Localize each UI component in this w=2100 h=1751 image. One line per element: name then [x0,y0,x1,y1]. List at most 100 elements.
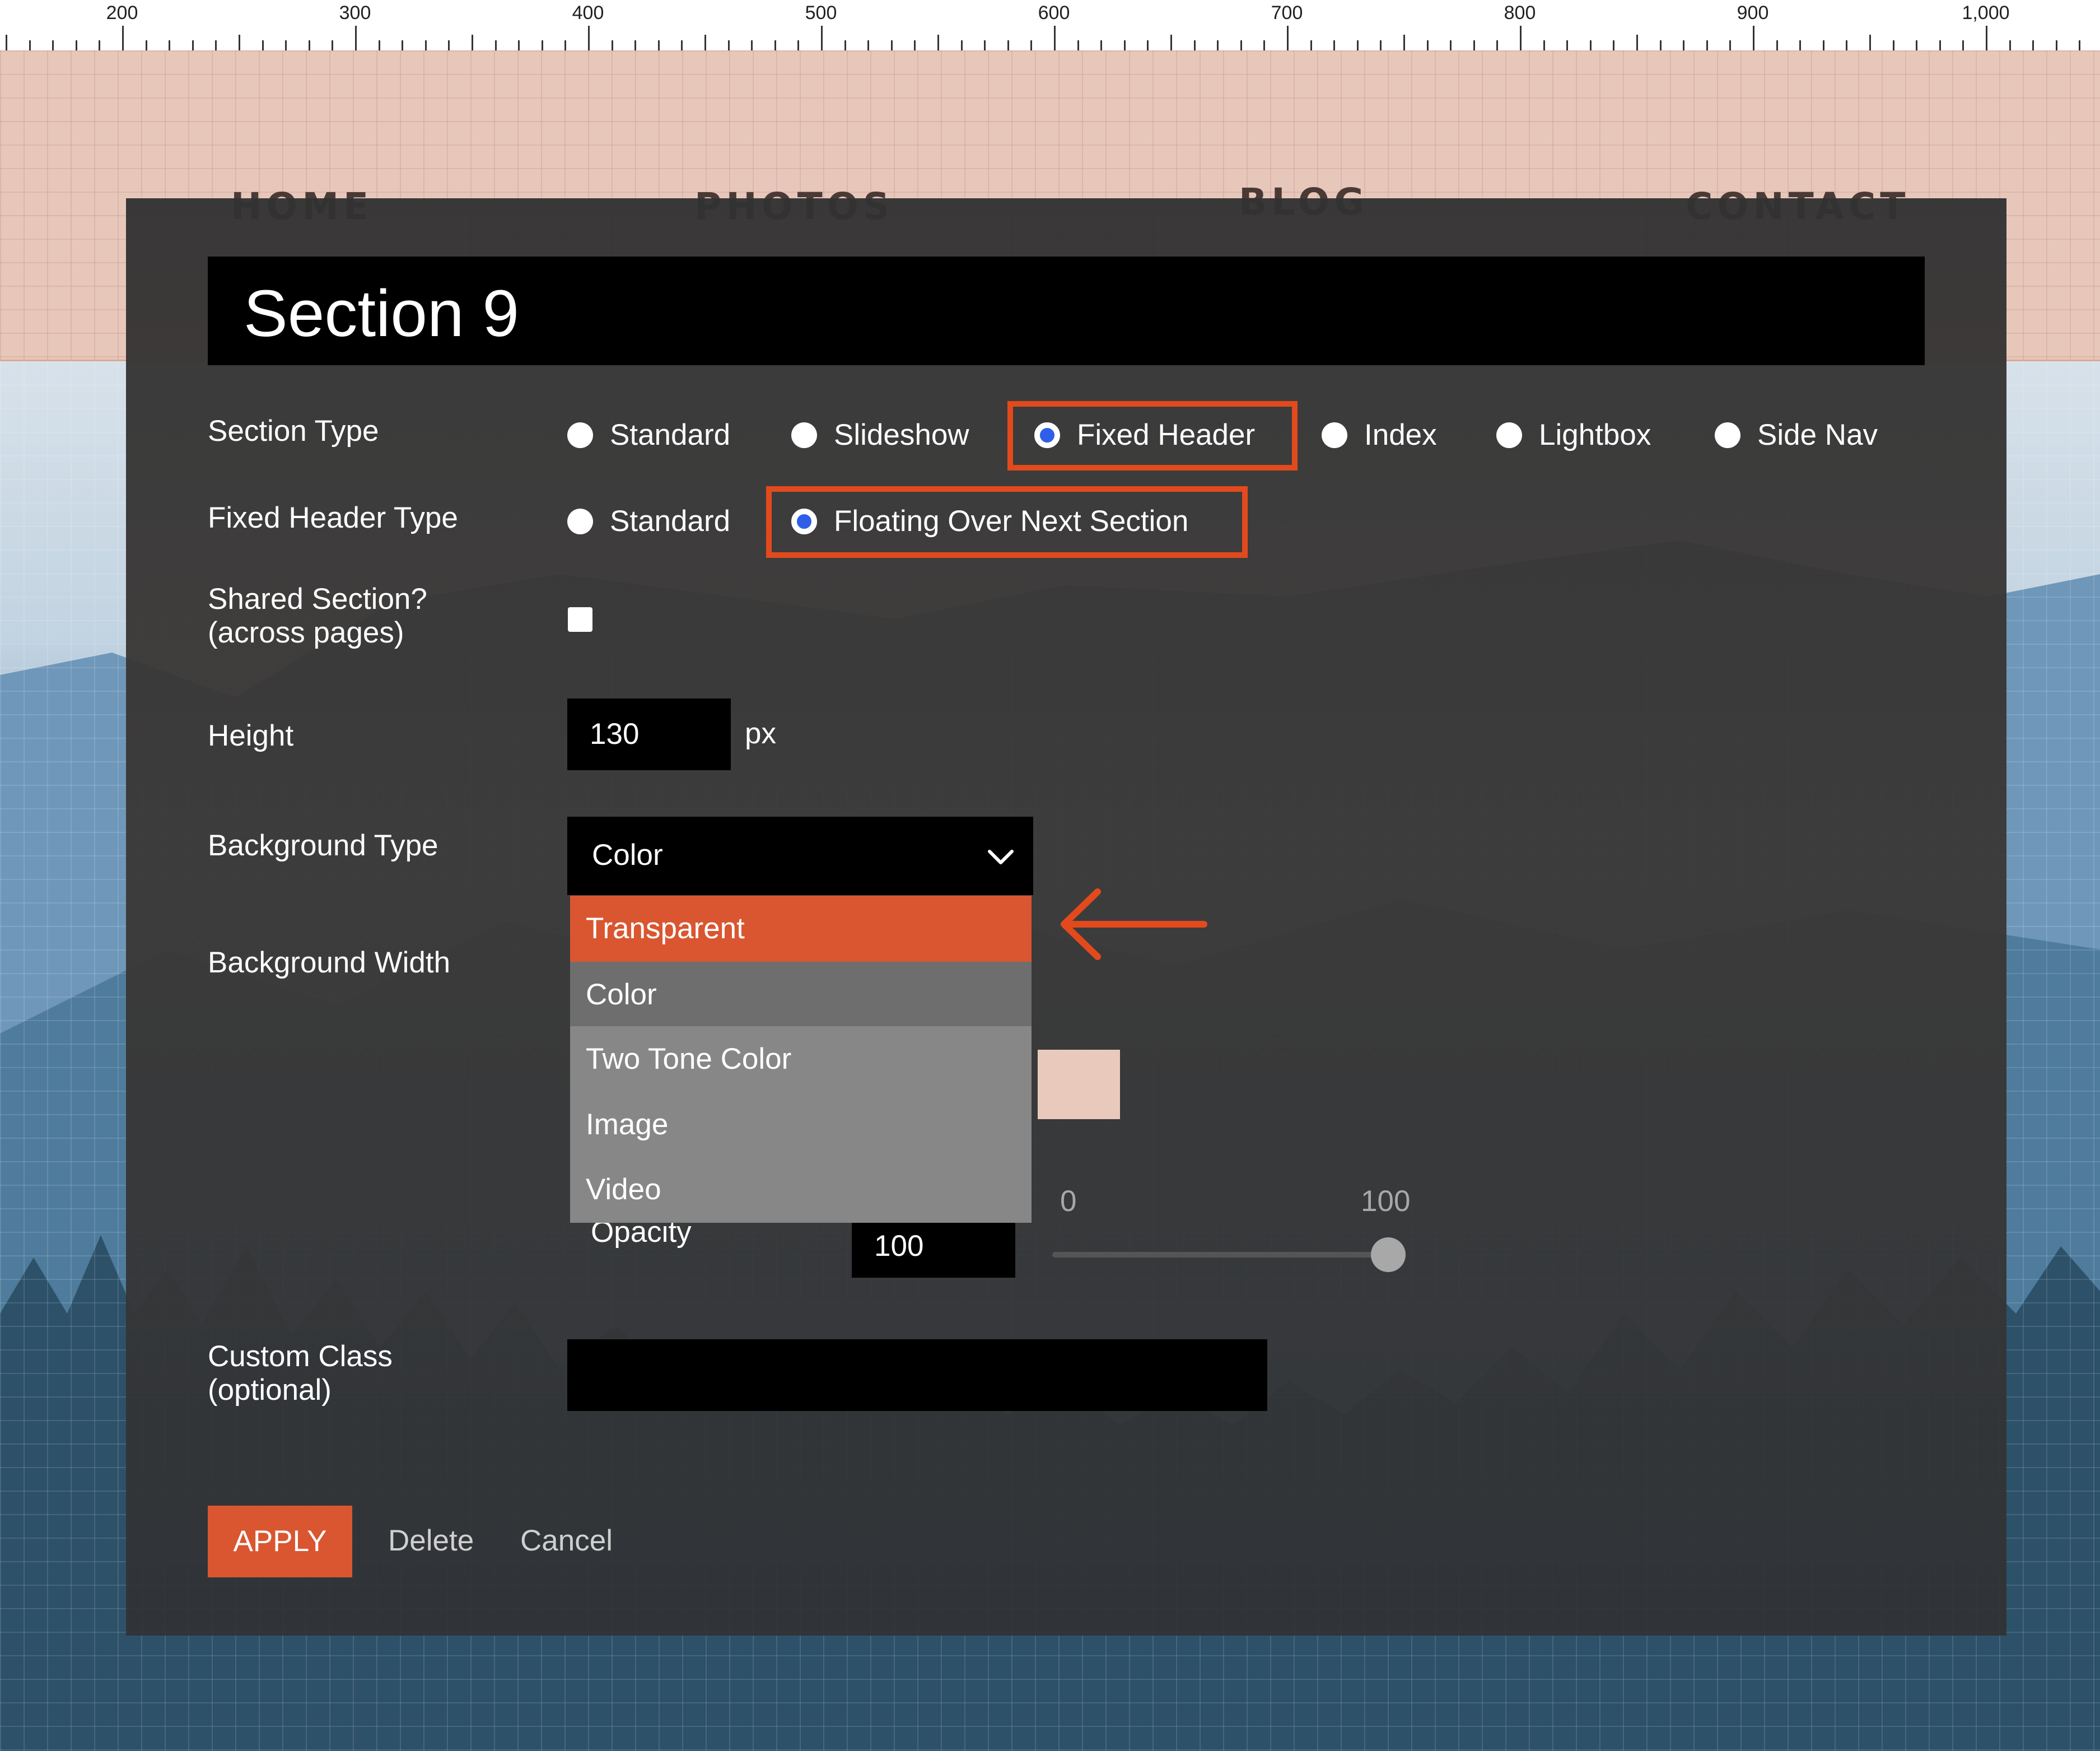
ruler-tick [704,35,706,50]
ruler-tick [472,35,473,50]
ruler-tick [1077,40,1079,50]
radio-label: Lightbox [1539,418,1651,451]
custom-class-sublabel: (optional) [208,1373,332,1407]
ruler-tick [75,40,77,50]
height-label: Height [208,719,294,752]
ruler-tick [1613,40,1615,50]
fixed-header-standard-radio[interactable]: Standard [567,504,730,538]
ruler-tick [1333,40,1336,50]
ruler-label: 700 [1271,2,1303,24]
cancel-button[interactable]: Cancel [520,1524,613,1558]
opacity-slider-min: 0 [1060,1185,1077,1218]
background-type-label: Background Type [208,829,438,862]
ruler-label: 800 [1504,2,1536,24]
shared-section-label: Shared Section? [208,583,427,616]
ruler-tick [1123,40,1126,50]
dropdown-option-image[interactable]: Image [570,1092,1032,1158]
dialog-title: Section 9 [244,277,519,351]
radio-label: Side Nav [1757,418,1878,451]
fixed-header-type-label: Fixed Header Type [208,501,458,534]
ruler-tick [1566,40,1569,50]
ruler-tick [378,40,380,50]
ruler-tick [1986,26,1987,50]
ruler-tick [890,40,893,50]
section-type-side-nav-radio[interactable]: Side Nav [1715,418,1878,452]
custom-class-label: Custom Class [208,1340,393,1373]
ruler-tick [2009,40,2011,50]
horizontal-ruler: 200 300 400 500 600 700 800 900 1,000 [0,0,2100,53]
ruler-tick [821,26,823,50]
arrow-left-icon [1061,888,1207,960]
section-type-slideshow-radio[interactable]: Slideshow [791,418,969,452]
background-width-label: Background Width [208,946,451,979]
ruler-tick [52,40,54,50]
radio-label: Standard [610,418,731,451]
ruler-tick [1356,40,1359,50]
dropdown-option-color[interactable]: Color [570,962,1032,1028]
ruler-tick [1380,40,1382,50]
ruler-tick [192,40,194,50]
ruler-tick [122,26,124,50]
ruler-tick [448,40,450,50]
ruler-tick [1054,26,1056,50]
radio-icon [1715,422,1740,448]
ruler-tick [1543,40,1545,50]
ruler-tick [1659,40,1662,50]
ruler-tick [1520,26,1522,50]
radio-icon [1496,422,1522,448]
ruler-tick [2079,40,2081,50]
height-input[interactable]: 130 [567,698,731,770]
ruler-label: 600 [1038,2,1070,24]
dropdown-option-video[interactable]: Video [570,1157,1032,1223]
shared-section-sublabel: (across pages) [208,616,404,649]
ruler-tick [169,40,171,50]
ruler-tick [681,40,683,50]
ruler-tick [564,40,567,50]
highlight-box [1007,401,1298,471]
ruler-tick [727,40,730,50]
radio-icon [791,422,817,448]
ruler-tick [29,40,31,50]
chevron-down-icon [988,850,1014,864]
ruler-tick [937,35,939,50]
dropdown-option-two-tone-color[interactable]: Two Tone Color [570,1026,1032,1092]
height-unit: px [745,717,776,750]
ruler-tick [215,40,217,50]
dropdown-option-transparent[interactable]: Transparent [570,896,1032,962]
radio-label: Index [1364,418,1437,451]
radio-label: Standard [610,505,731,538]
ruler-tick [541,40,543,50]
ruler-tick [1706,40,1708,50]
opacity-slider[interactable] [1052,1237,1406,1272]
delete-button[interactable]: Delete [388,1524,474,1558]
section-type-lightbox-radio[interactable]: Lightbox [1496,418,1651,452]
shared-section-checkbox[interactable] [568,607,592,632]
select-value: Color [592,839,663,872]
ruler-tick [1007,40,1009,50]
section-type-index-radio[interactable]: Index [1322,418,1437,452]
background-color-swatch[interactable] [1038,1050,1120,1119]
ruler-tick [960,40,963,50]
ruler-tick [1450,40,1452,50]
ruler-tick [145,40,147,50]
opacity-slider-max: 100 [1361,1185,1411,1218]
background-type-select[interactable]: Color [567,817,1033,895]
opacity-input[interactable]: 100 [852,1215,1015,1278]
section-type-standard-radio[interactable]: Standard [567,418,730,452]
ruler-tick [657,40,660,50]
ruler-tick [494,40,497,50]
ruler-tick [844,40,846,50]
ruler-label: 500 [805,2,837,24]
opacity-slider-knob[interactable] [1371,1237,1406,1272]
ruler-tick [1683,40,1685,50]
dialog-title-bar: Section 9 [208,257,1925,365]
ruler-tick [308,40,310,50]
radio-icon [567,508,593,534]
custom-class-input[interactable] [567,1339,1267,1411]
background-type-dropdown: Transparent Color Two Tone Color Image V… [570,896,1032,1223]
ruler-tick [1753,26,1754,50]
radio-icon [1322,422,1347,448]
ruler-tick [1496,40,1499,50]
apply-button[interactable]: APPLY [208,1506,352,1577]
ruler-label: 1,000 [1962,2,2010,24]
